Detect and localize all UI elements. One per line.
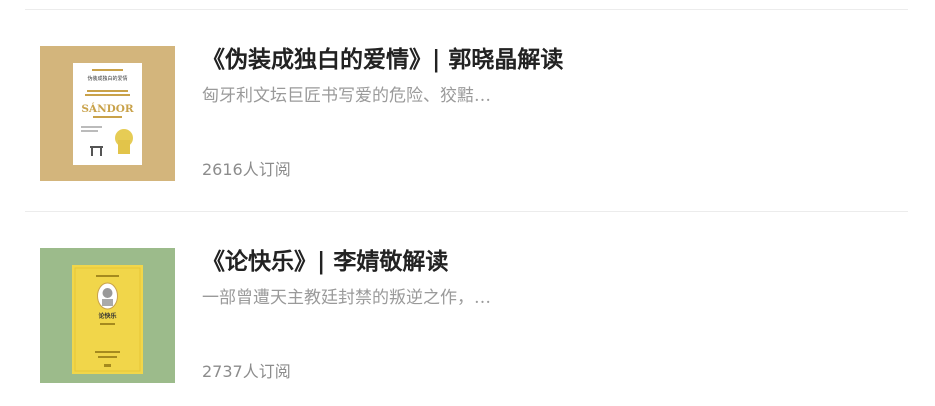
- subscriber-count: 2737人订阅: [202, 362, 291, 381]
- subscriber-count: 2616人订阅: [202, 160, 291, 179]
- book-title[interactable]: 《论快乐》| 李婧敬解读: [202, 248, 448, 276]
- book-title[interactable]: 《伪装成独白的爱情》| 郭晓晶解读: [202, 46, 563, 74]
- cover-author-text: SÁNDOR: [81, 101, 134, 115]
- book-description: 一部曾遭天主教廷封禁的叛逆之作，…: [202, 288, 491, 308]
- item-divider: [25, 211, 908, 212]
- cover-title-text: 论快乐: [98, 312, 116, 320]
- book-cover-art: 论快乐: [40, 248, 175, 383]
- book-cover-image[interactable]: 伪装成独白的爱情 SÁNDOR: [40, 46, 175, 181]
- book-list-item[interactable]: 伪装成独白的爱情 SÁNDOR 《伪装成独白的爱情》| 郭晓晶解读 匈牙利文坛巨…: [0, 46, 935, 186]
- book-list-item[interactable]: 论快乐 《论快乐》| 李婧敬解读 一部曾遭天主教廷封禁的叛逆之作，… 2737人…: [0, 248, 935, 388]
- book-cover-image[interactable]: 论快乐: [40, 248, 175, 383]
- book-description: 匈牙利文坛巨匠书写爱的危险、狡黠…: [202, 86, 491, 106]
- book-cover-art: 伪装成独白的爱情 SÁNDOR: [40, 46, 175, 181]
- top-divider: [25, 9, 908, 10]
- cover-title-text: 伪装成独白的爱情: [87, 75, 127, 82]
